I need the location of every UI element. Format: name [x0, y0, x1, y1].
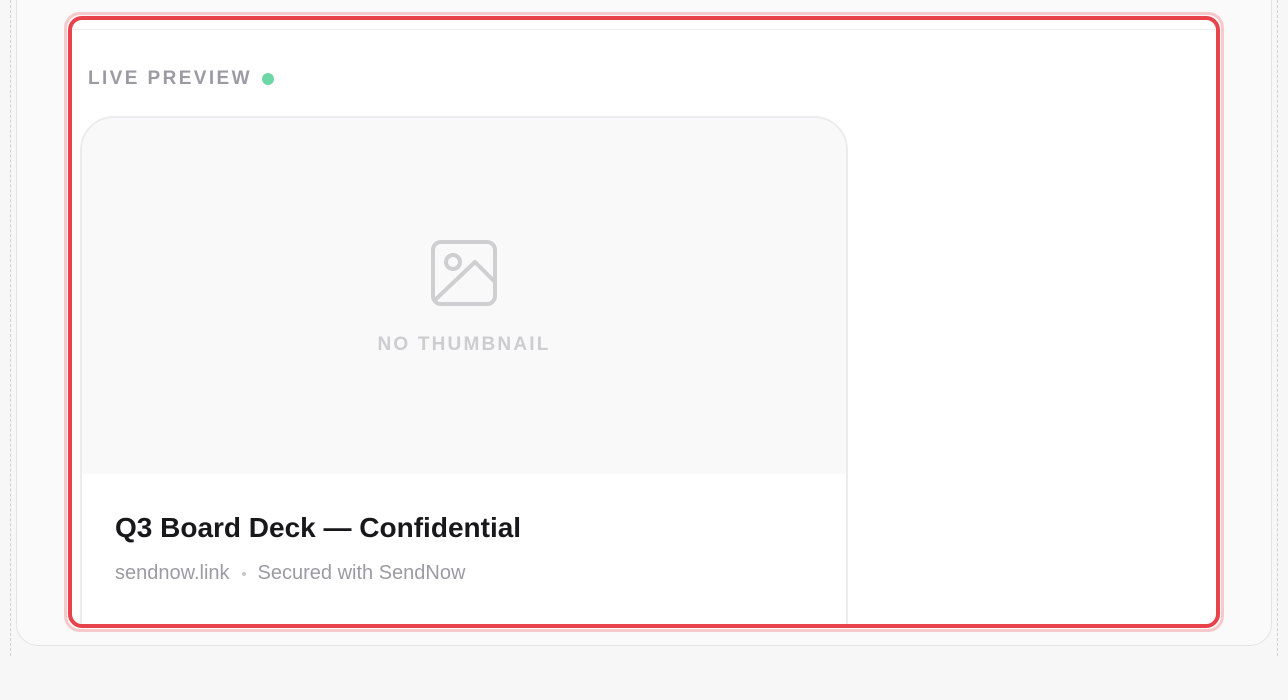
card-body: Q3 Board Deck — Confidential sendnow.lin… — [82, 474, 846, 624]
dashed-guide-right — [1277, 0, 1278, 656]
live-preview-section: LIVE PREVIEW NO THUMBNAIL Q3 Board Deck … — [68, 16, 1220, 628]
live-preview-header: LIVE PREVIEW — [88, 68, 274, 90]
live-status-dot — [261, 73, 274, 85]
link-preview-card[interactable]: NO THUMBNAIL Q3 Board Deck — Confidentia… — [80, 116, 848, 624]
image-placeholder-icon — [431, 240, 497, 306]
card-domain: sendnow.link — [115, 562, 230, 584]
dashed-guide-left — [10, 0, 11, 656]
card-meta: sendnow.link Secured with SendNow — [115, 562, 465, 585]
card-fade — [82, 606, 846, 624]
no-thumbnail-label: NO THUMBNAIL — [377, 334, 551, 355]
meta-separator — [241, 571, 246, 576]
card-security-note: Secured with SendNow — [257, 562, 466, 584]
divider — [72, 29, 1216, 30]
card-title: Q3 Board Deck — Confidential — [115, 512, 522, 543]
section-title: LIVE PREVIEW — [88, 68, 252, 89]
thumbnail-placeholder: NO THUMBNAIL — [82, 118, 846, 474]
